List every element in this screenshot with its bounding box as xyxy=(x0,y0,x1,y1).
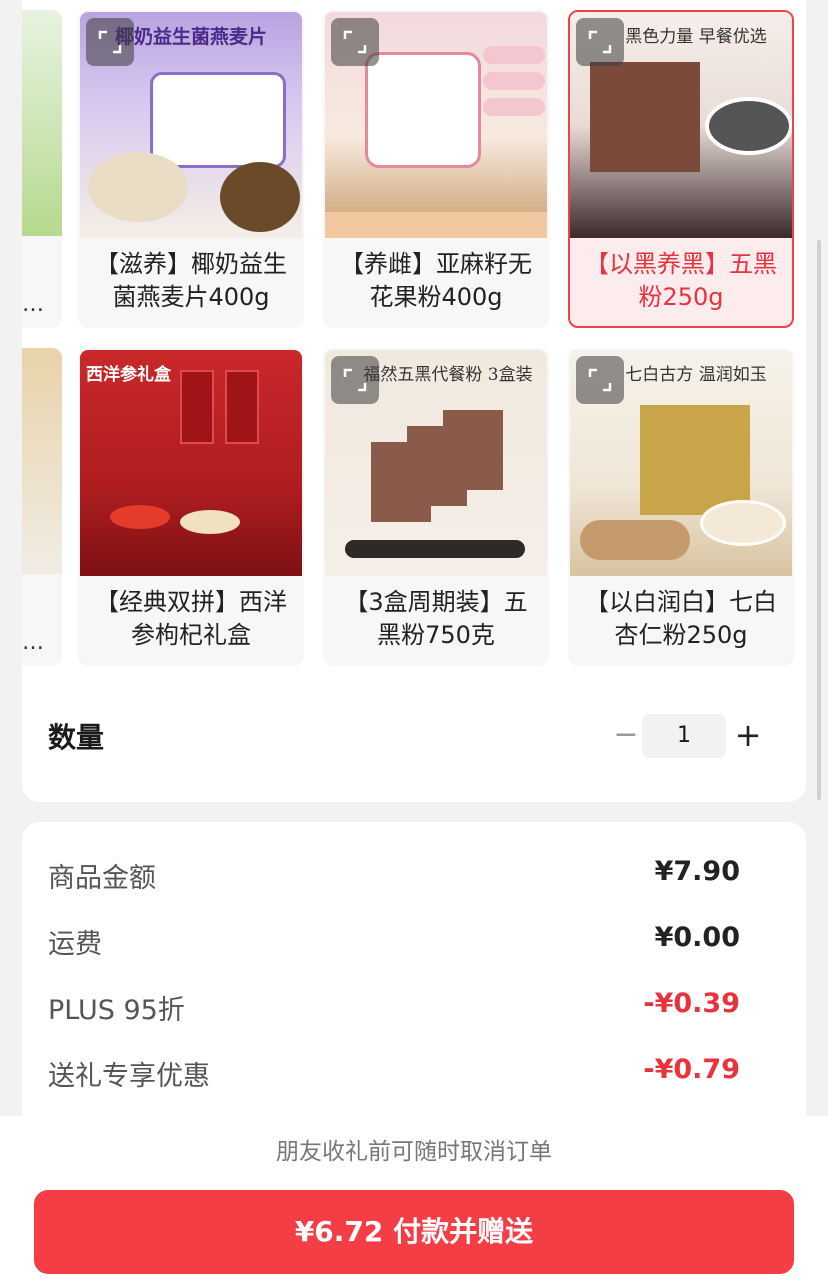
summary-key: 商品金额 xyxy=(48,863,156,894)
decrement-button[interactable]: − xyxy=(606,712,646,758)
product-card-ginseng[interactable]: 西洋参礼盒 【经典双拼】西洋参枸杞礼盒 xyxy=(78,348,304,666)
product-jar-shape xyxy=(365,52,481,168)
product-selection-card: … … 椰奶益生菌燕麦片 【滋养】椰奶益生菌燕麦片400g 【养雌】亚麻籽无花果… xyxy=(22,0,806,802)
expand-image-button[interactable] xyxy=(576,18,624,66)
expand-image-button[interactable] xyxy=(576,356,624,404)
product-card-oat[interactable]: 椰奶益生菌燕麦片 【滋养】椰奶益生菌燕麦片400g xyxy=(78,10,304,328)
increment-button[interactable]: + xyxy=(728,712,768,758)
expand-image-button[interactable] xyxy=(86,18,134,66)
summary-row-subtotal: 商品金额 ¥7.90 xyxy=(48,856,740,896)
product-image: 西洋参礼盒 xyxy=(80,350,302,576)
canister-shape xyxy=(225,370,259,444)
product-box-shape xyxy=(443,410,503,490)
summary-row-plus-discount: PLUS 95折 -¥0.39 xyxy=(48,988,740,1028)
goji-dish-shape xyxy=(110,505,170,529)
expand-image-button[interactable] xyxy=(331,356,379,404)
quantity-label: 数量 xyxy=(48,721,105,754)
expand-icon xyxy=(98,30,122,54)
bowl-shape xyxy=(700,500,786,546)
canister-shape xyxy=(180,370,214,444)
product-label: 【经典双拼】西洋参枸杞礼盒 xyxy=(95,588,287,649)
tag-shape xyxy=(483,98,545,116)
partial-product-item[interactable]: … xyxy=(22,348,62,666)
product-jar-shape xyxy=(150,72,286,168)
summary-value: ¥7.90 xyxy=(654,856,740,887)
tag-shape xyxy=(483,46,545,64)
coconut-shape xyxy=(220,162,300,232)
summary-row-shipping: 运费 ¥0.00 xyxy=(48,922,740,962)
summary-key: PLUS 95折 xyxy=(48,995,185,1026)
expand-icon xyxy=(343,368,367,392)
product-banner-text: 七白古方 温润如玉 xyxy=(625,365,767,385)
bowl-shape xyxy=(705,97,792,155)
product-label: 【滋养】椰奶益生菌燕麦片400g xyxy=(95,250,287,311)
expand-icon xyxy=(588,30,612,54)
partial-product-item[interactable]: … xyxy=(22,10,62,328)
truncated-label: … xyxy=(22,630,44,655)
summary-value: ¥0.00 xyxy=(654,922,740,953)
summary-key: 送礼专享优惠 xyxy=(48,1061,210,1092)
product-banner-text: 黑色力量 早餐优选 xyxy=(625,27,767,47)
cancel-notice: 朋友收礼前可随时取消订单 xyxy=(276,1139,552,1165)
checkout-footer: 朋友收礼前可随时取消订单 ¥6.72 付款并赠送 xyxy=(0,1116,828,1288)
ginseng-dish-shape xyxy=(180,510,240,534)
product-label: 【以白润白】七白杏仁粉250g xyxy=(585,588,777,649)
pay-and-gift-button[interactable]: ¥6.72 付款并赠送 xyxy=(34,1190,794,1274)
promo-strip xyxy=(325,212,547,238)
summary-key: 运费 xyxy=(48,929,102,960)
product-label: 【以黑养黑】五黑粉250g xyxy=(585,250,777,311)
product-card-black-powder[interactable]: 黑色力量 早餐优选 【以黑养黑】五黑粉250g xyxy=(568,10,794,328)
product-card-flax[interactable]: 【养雌】亚麻籽无花果粉400g xyxy=(323,10,549,328)
product-image xyxy=(22,10,62,236)
product-label: 【养雌】亚麻籽无花果粉400g xyxy=(340,250,532,311)
quantity-input[interactable]: 1 xyxy=(642,714,726,758)
product-box-shape xyxy=(640,405,750,515)
summary-row-gift-discount: 送礼专享优惠 -¥0.79 xyxy=(48,1054,740,1094)
expand-image-button[interactable] xyxy=(331,18,379,66)
product-image xyxy=(22,348,62,574)
tag-shape xyxy=(483,72,545,90)
product-banner-text: 西洋参礼盒 xyxy=(86,365,171,385)
expand-icon xyxy=(588,368,612,392)
nuts-shape xyxy=(580,520,690,560)
grains-shape xyxy=(345,540,525,558)
summary-value: -¥0.79 xyxy=(643,1054,740,1085)
expand-icon xyxy=(343,30,367,54)
scrollbar[interactable] xyxy=(817,240,821,800)
truncated-label: … xyxy=(22,292,44,317)
summary-value: -¥0.39 xyxy=(643,988,740,1019)
product-label: 【3盒周期装】五黑粉750克 xyxy=(344,588,528,649)
product-box-shape xyxy=(590,62,700,172)
product-card-3box[interactable]: 福然五黑代餐粉 3盒装 【3盒周期装】五黑粉750克 xyxy=(323,348,549,666)
product-card-almond[interactable]: 七白古方 温润如玉 【以白润白】七白杏仁粉250g xyxy=(568,348,794,666)
oat-bowl-shape xyxy=(88,152,188,222)
